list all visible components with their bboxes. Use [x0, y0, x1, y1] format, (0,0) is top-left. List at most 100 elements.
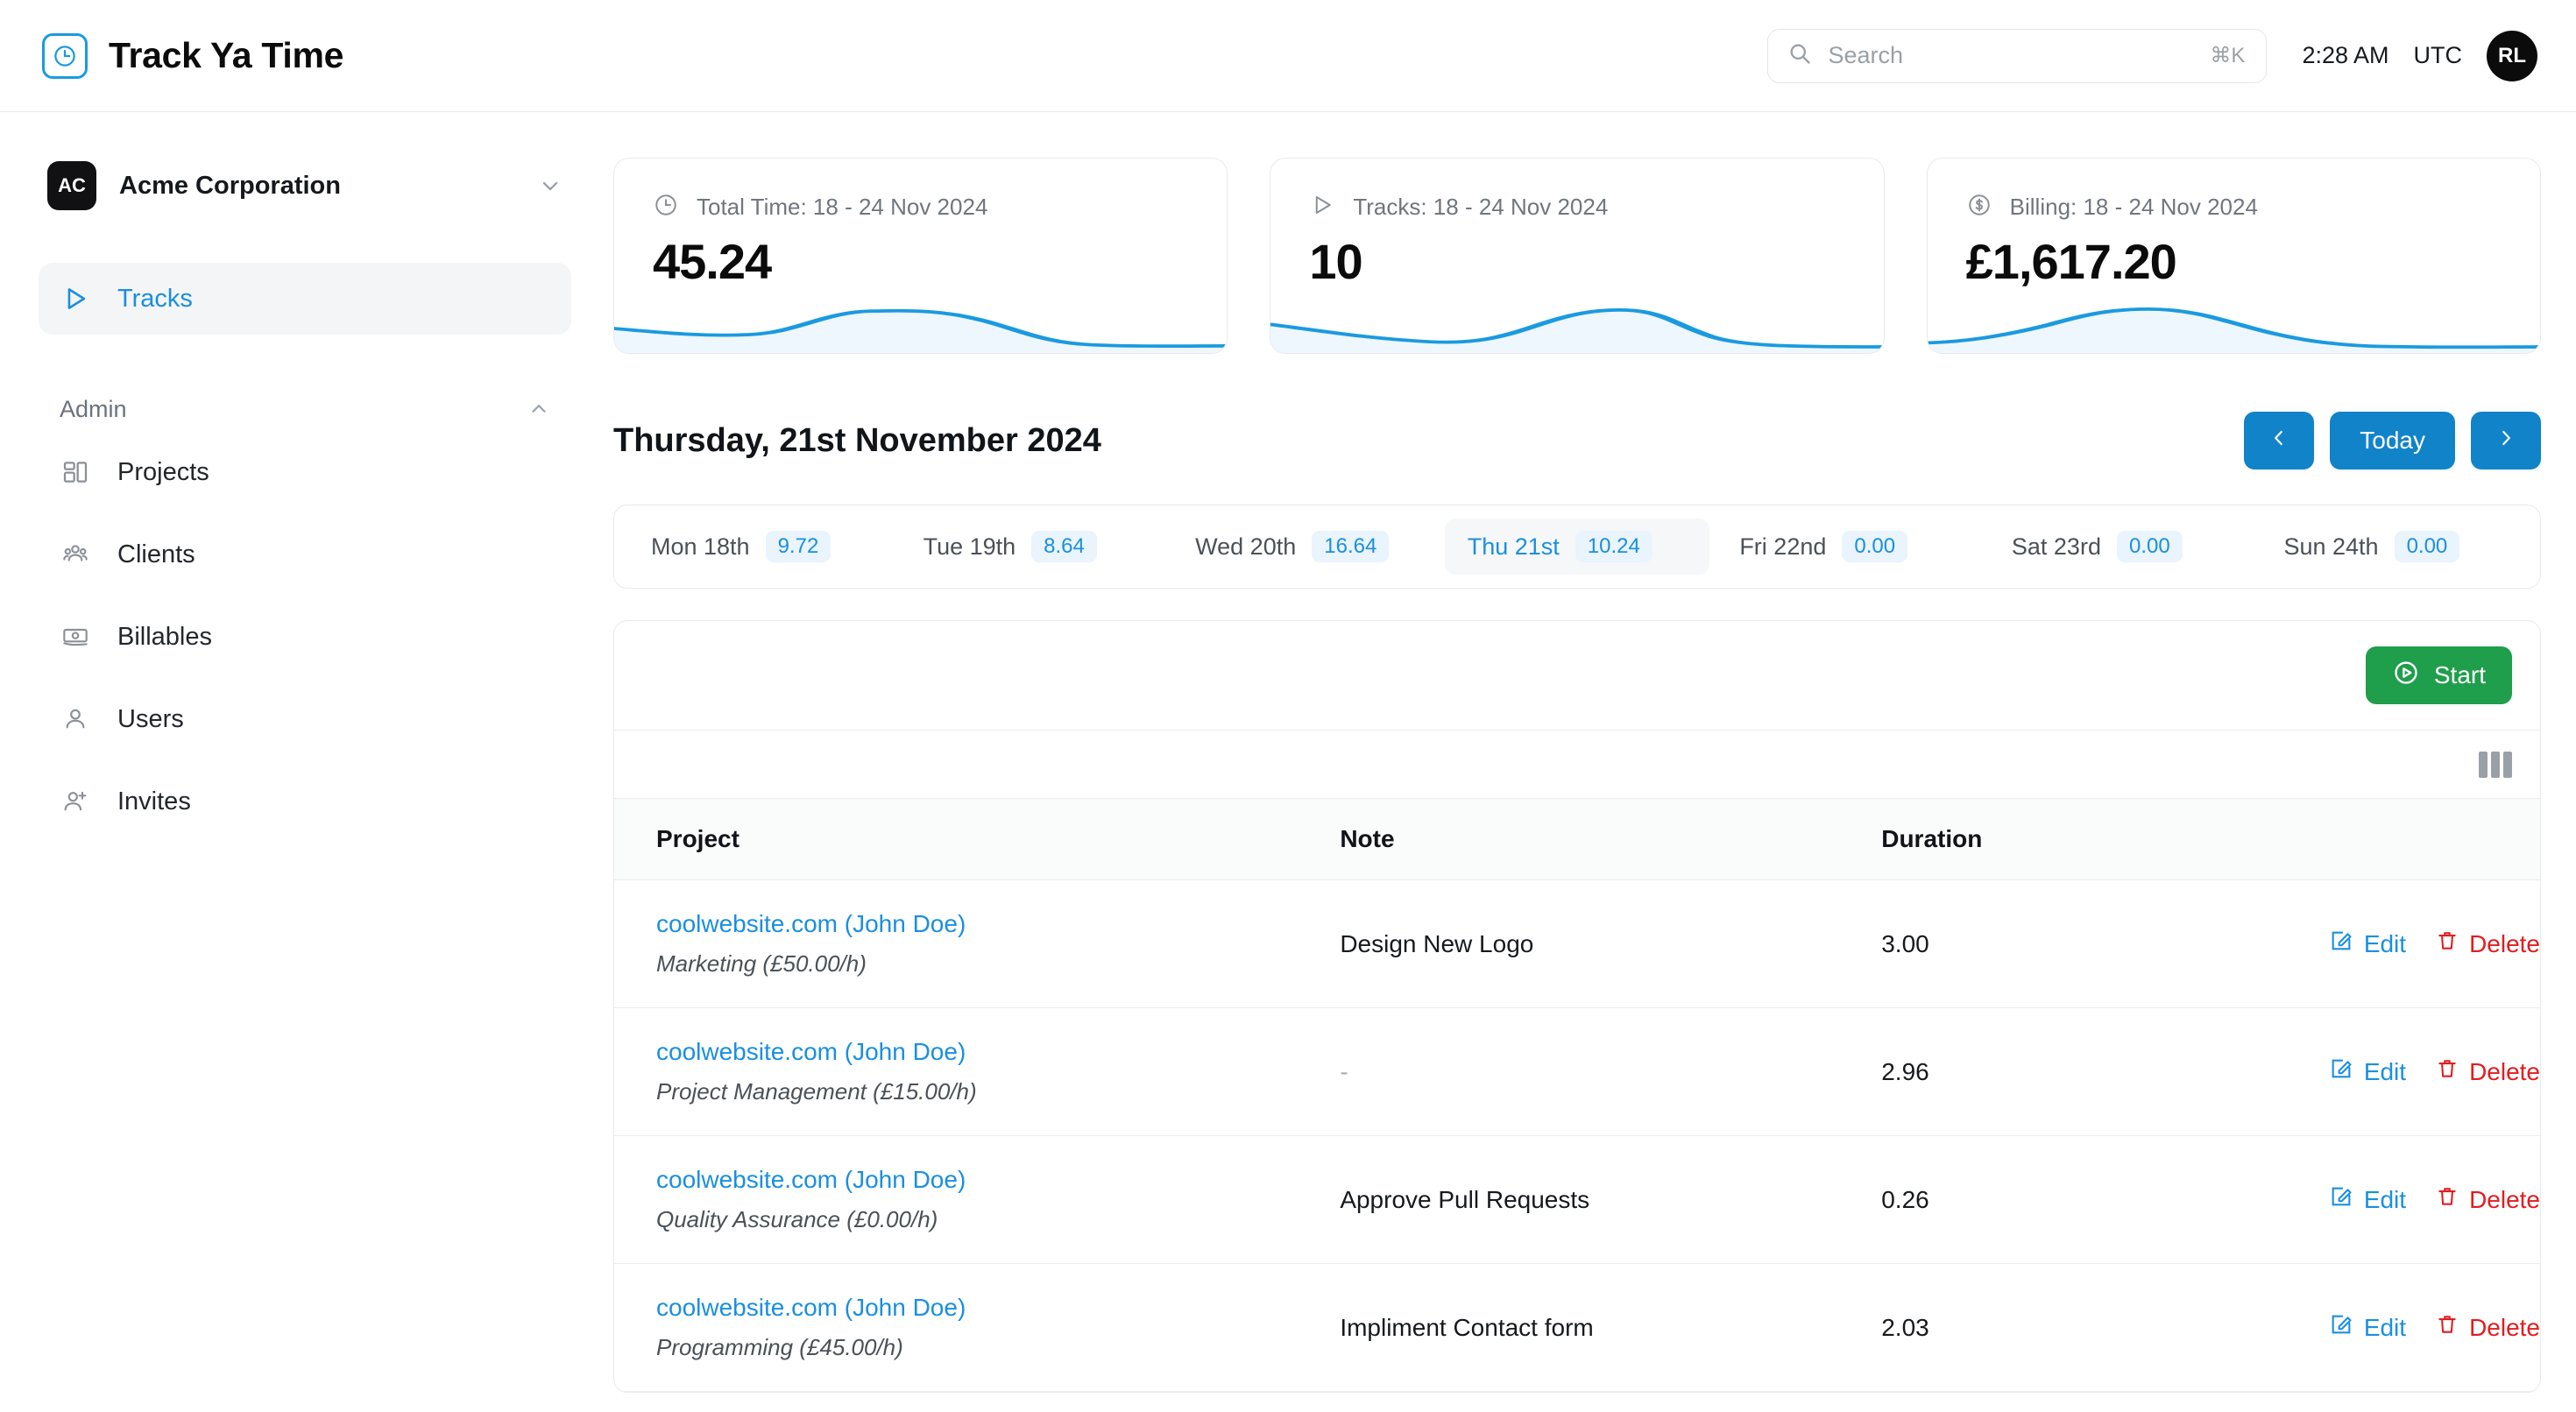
edit-button[interactable]: Edit: [2329, 928, 2406, 959]
duration-text: 2.03: [1881, 1314, 1929, 1341]
note-text: Approve Pull Requests: [1340, 1186, 1589, 1213]
cell-duration: 0.26: [1881, 1136, 2329, 1264]
cell-note: Approve Pull Requests: [1340, 1136, 1881, 1264]
edit-pencil-icon: [2329, 1312, 2353, 1343]
brand[interactable]: Track Ya Time: [42, 33, 343, 79]
day-tab-thu-21st[interactable]: Thu 21st 10.24: [1445, 519, 1710, 575]
sidebar-item-clients[interactable]: Clients: [39, 513, 571, 596]
stat-card-total-time[interactable]: Total Time: 18 - 24 Nov 2024 45.24: [613, 158, 1228, 354]
day-tab-hours: 9.72: [766, 531, 832, 562]
next-day-button[interactable]: [2471, 412, 2541, 469]
day-tab-tue-19th[interactable]: Tue 19th 8.64: [901, 519, 1166, 575]
chevron-left-icon: [2268, 427, 2290, 455]
table-row: coolwebsite.com (John Doe) Programming (…: [614, 1264, 2540, 1392]
search-input[interactable]: Search ⌘K: [1767, 29, 2267, 83]
chevron-up-icon[interactable]: [527, 398, 550, 420]
users-group-icon: [60, 539, 91, 570]
column-header-project[interactable]: Project: [614, 799, 1340, 880]
sidebar-section-admin[interactable]: Admin: [39, 387, 571, 431]
delete-button[interactable]: Delete: [2436, 1185, 2540, 1214]
project-link[interactable]: coolwebsite.com (John Doe): [656, 1038, 1340, 1066]
stat-card-label-row: Tracks: 18 - 24 Nov 2024: [1270, 159, 1883, 222]
row-actions: Edit Delete: [2329, 1056, 2540, 1087]
app-logo-icon: [42, 33, 88, 79]
timezone-label[interactable]: UTC: [2414, 42, 2463, 69]
duration-text: 3.00: [1881, 930, 1929, 957]
sidebar-item-billables[interactable]: Billables: [39, 596, 571, 678]
sidebar-item-projects[interactable]: Projects: [39, 431, 571, 513]
day-tab-hours: 0.00: [2395, 531, 2460, 562]
day-tab-fri-22nd[interactable]: Fri 22nd 0.00: [1716, 519, 1982, 575]
cell-duration: 2.96: [1881, 1008, 2329, 1136]
day-tab-wed-20th[interactable]: Wed 20th 16.64: [1172, 519, 1438, 575]
day-tab-sat-23rd[interactable]: Sat 23rd 0.00: [1989, 519, 2254, 575]
search-placeholder: Search: [1828, 42, 2194, 69]
sidebar-item-label: Billables: [117, 623, 212, 652]
app-header: Track Ya Time Search ⌘K 2:28 AM UTC RL: [0, 0, 2576, 112]
row-actions: Edit Delete: [2329, 928, 2540, 959]
delete-button[interactable]: Delete: [2436, 929, 2540, 958]
page-title: Track Ya Time: [109, 35, 343, 76]
cell-actions: Edit Delete: [2329, 1008, 2540, 1136]
project-link[interactable]: coolwebsite.com (John Doe): [656, 910, 1340, 938]
delete-button[interactable]: Delete: [2436, 1057, 2540, 1086]
cell-note: Impliment Contact form: [1340, 1264, 1881, 1392]
cell-duration: 2.03: [1881, 1264, 2329, 1392]
start-button[interactable]: Start: [2366, 646, 2512, 704]
stat-card-tracks[interactable]: Tracks: 18 - 24 Nov 2024 10: [1270, 158, 1884, 354]
day-tab-hours: 0.00: [1842, 531, 1907, 562]
org-name: Acme Corporation: [119, 172, 515, 201]
row-actions: Edit Delete: [2329, 1184, 2540, 1215]
chevron-down-icon[interactable]: [538, 173, 563, 198]
sidebar-item-label: Projects: [117, 458, 209, 487]
cell-project: coolwebsite.com (John Doe) Programming (…: [614, 1264, 1340, 1392]
sidebar-item-users[interactable]: Users: [39, 678, 571, 760]
delete-button[interactable]: Delete: [2436, 1313, 2540, 1342]
day-tab-label: Thu 21st: [1468, 533, 1560, 561]
dollar-circle-icon: [1966, 192, 1992, 222]
cell-actions: Edit Delete: [2329, 1264, 2540, 1392]
row-actions: Edit Delete: [2329, 1312, 2540, 1343]
sidebar-item-label: Invites: [117, 787, 191, 816]
cell-duration: 3.00: [1881, 880, 2329, 1008]
selected-date-title: Thursday, 21st November 2024: [613, 422, 1101, 460]
note-text: Impliment Contact form: [1340, 1314, 1593, 1341]
columns-icon[interactable]: [2479, 752, 2512, 778]
project-link[interactable]: coolwebsite.com (John Doe): [656, 1166, 1340, 1194]
play-circle-icon: [2392, 659, 2420, 693]
sidebar-item-invites[interactable]: Invites: [39, 760, 571, 843]
column-header-duration[interactable]: Duration: [1881, 799, 2329, 880]
day-tab-sun-24th[interactable]: Sun 24th 0.00: [2261, 519, 2526, 575]
banknote-icon: [60, 621, 91, 653]
stat-card-value: 10: [1270, 222, 1883, 290]
project-task-rate: Quality Assurance (£0.00/h): [656, 1206, 1340, 1233]
stat-card-label: Total Time: 18 - 24 Nov 2024: [697, 194, 987, 221]
avatar[interactable]: RL: [2487, 31, 2537, 81]
today-button[interactable]: Today: [2330, 412, 2455, 469]
project-link[interactable]: coolwebsite.com (John Doe): [656, 1294, 1340, 1322]
duration-text: 2.96: [1881, 1058, 1929, 1085]
timer-bar: Start: [614, 621, 2540, 730]
org-switcher[interactable]: AC Acme Corporation: [39, 161, 571, 210]
cell-actions: Edit Delete: [2329, 880, 2540, 1008]
stat-card-billing[interactable]: Billing: 18 - 24 Nov 2024 £1,617.20: [1927, 158, 2541, 354]
sparkline-total-time: [614, 292, 1227, 353]
table-row: coolwebsite.com (John Doe) Project Manag…: [614, 1008, 2540, 1136]
previous-day-button[interactable]: [2244, 412, 2314, 469]
column-header-note[interactable]: Note: [1340, 799, 1881, 880]
sidebar: AC Acme Corporation Tracks Admin: [0, 112, 613, 1412]
cell-project: coolwebsite.com (John Doe) Quality Assur…: [614, 1136, 1340, 1264]
table-toolbar: [614, 730, 2540, 798]
day-tab-hours: 8.64: [1031, 531, 1097, 562]
sidebar-item-tracks[interactable]: Tracks: [39, 263, 571, 335]
date-header: Thursday, 21st November 2024 Today: [613, 412, 2541, 469]
sidebar-item-label: Clients: [117, 540, 195, 569]
week-day-tabs: Mon 18th 9.72 Tue 19th 8.64 Wed 20th 16.…: [613, 505, 2541, 589]
edit-label: Edit: [2364, 1186, 2406, 1214]
date-navigation: Today: [2244, 412, 2541, 469]
day-tab-mon-18th[interactable]: Mon 18th 9.72: [628, 519, 894, 575]
edit-button[interactable]: Edit: [2329, 1056, 2406, 1087]
edit-button[interactable]: Edit: [2329, 1312, 2406, 1343]
day-tab-label: Fri 22nd: [1739, 533, 1826, 561]
edit-button[interactable]: Edit: [2329, 1184, 2406, 1215]
